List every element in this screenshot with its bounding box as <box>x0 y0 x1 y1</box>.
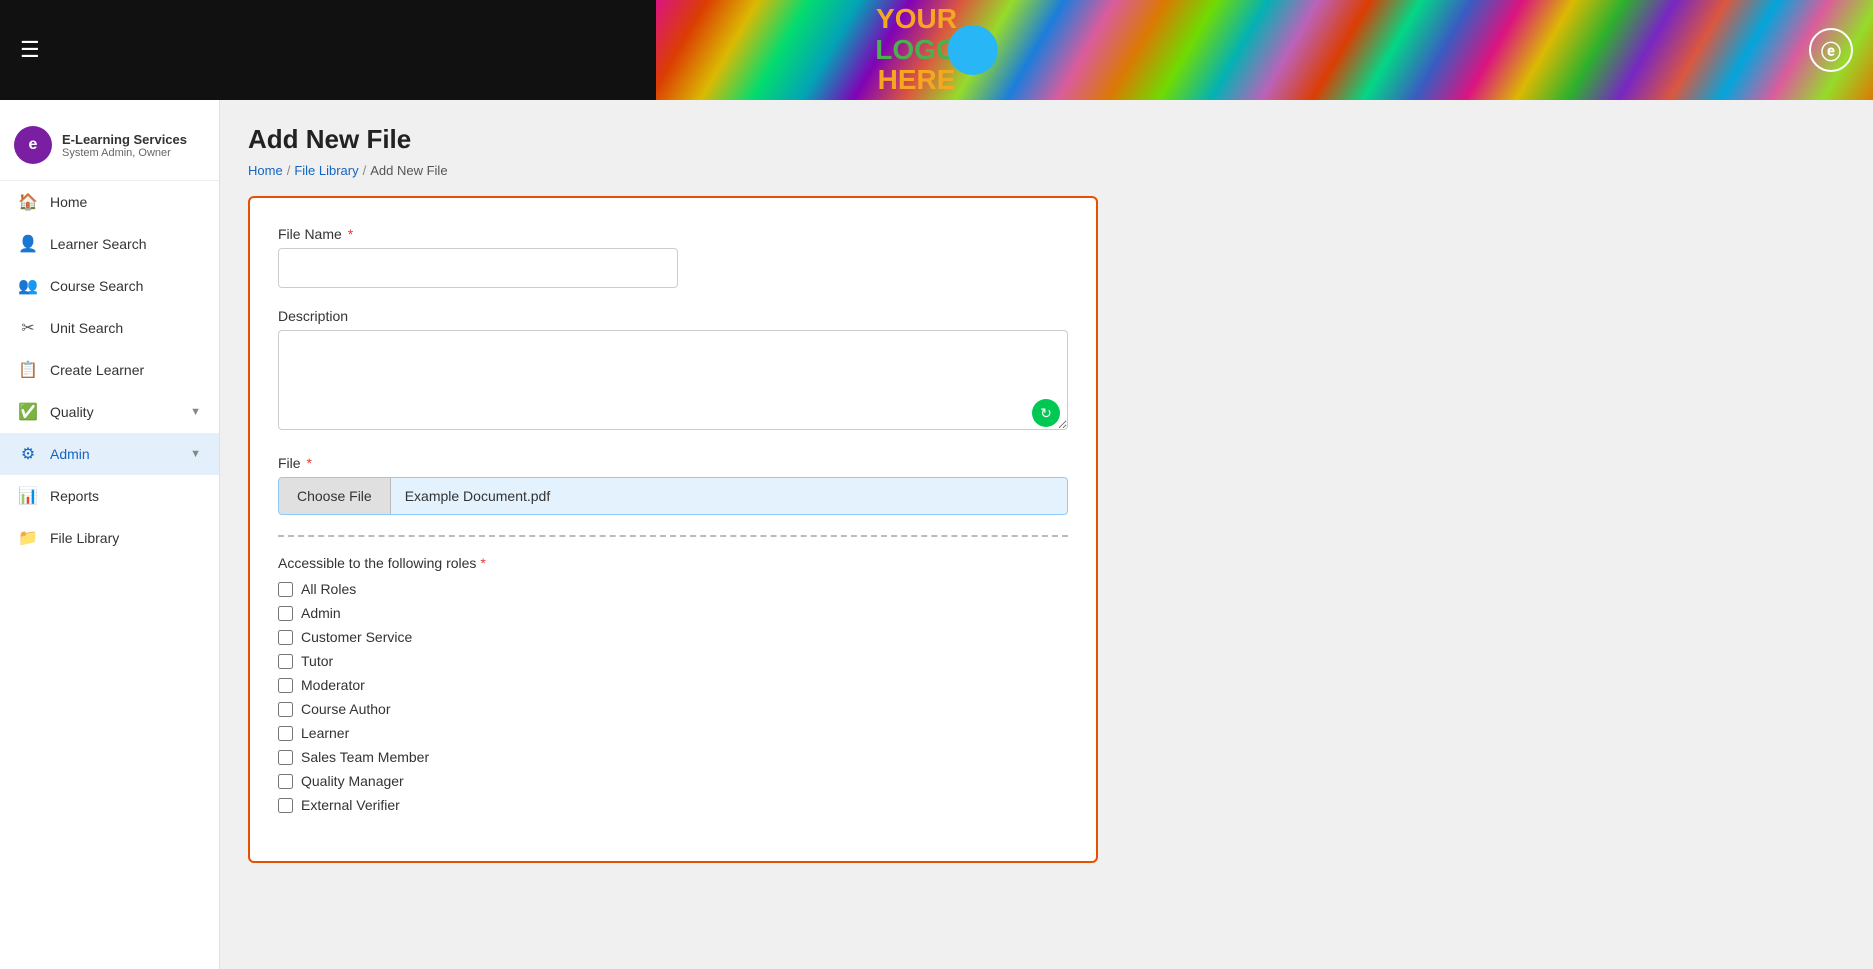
sidebar-item-create-learner[interactable]: 📋 Create Learner <box>0 349 219 391</box>
sidebar-item-reports[interactable]: 📊 Reports <box>0 475 219 517</box>
roles-checkbox-list: All Roles Admin Customer Service Tutor <box>278 581 1068 813</box>
user-name: E-Learning Services <box>62 132 187 147</box>
admin-icon: ⚙ <box>18 444 38 464</box>
sidebar-item-label: Quality <box>50 404 94 420</box>
chevron-down-icon: ▼ <box>190 448 201 460</box>
roles-label: Accessible to the following roles * <box>278 555 1068 571</box>
roles-group: Accessible to the following roles * All … <box>278 555 1068 813</box>
role-sales-team-member[interactable]: Sales Team Member <box>278 749 1068 765</box>
sidebar-item-label: Create Learner <box>50 362 144 378</box>
user-role: System Admin, Owner <box>62 147 187 159</box>
sidebar-item-label: Unit Search <box>50 320 123 336</box>
sidebar-item-label: Course Search <box>50 278 143 294</box>
add-file-form-card: File Name * Description ↻ File * <box>248 196 1098 863</box>
sidebar-item-unit-search[interactable]: ✂ Unit Search <box>0 307 219 349</box>
role-all-roles[interactable]: All Roles <box>278 581 1068 597</box>
sidebar-item-label: Admin <box>50 446 90 462</box>
role-tutor[interactable]: Tutor <box>278 653 1068 669</box>
page-title: Add New File <box>248 124 1845 155</box>
quality-icon: ✅ <box>18 402 38 422</box>
course-search-icon: 👥 <box>18 276 38 296</box>
file-name-group: File Name * <box>278 226 1068 288</box>
file-input-wrapper: Choose File Example Document.pdf <box>278 477 1068 515</box>
role-external-verifier[interactable]: External Verifier <box>278 797 1068 813</box>
sidebar-item-home[interactable]: 🏠 Home <box>0 181 219 223</box>
header: ☰ YOUR LOGO HERE ⓔ <box>0 0 1873 100</box>
checkbox-moderator[interactable] <box>278 678 293 693</box>
description-textarea[interactable] <box>278 330 1068 430</box>
role-moderator[interactable]: Moderator <box>278 677 1068 693</box>
header-user-icon[interactable]: ⓔ <box>1809 28 1853 72</box>
header-colorful-bg <box>656 0 1873 100</box>
file-name-label: File Name * <box>278 226 1068 242</box>
role-learner[interactable]: Learner <box>278 725 1068 741</box>
logo-circle <box>948 25 998 75</box>
divider <box>278 535 1068 537</box>
sidebar: e E-Learning Services System Admin, Owne… <box>0 100 220 969</box>
reports-icon: 📊 <box>18 486 38 506</box>
sidebar-item-label: Reports <box>50 488 99 504</box>
description-label: Description <box>278 308 1068 324</box>
checkbox-external-verifier[interactable] <box>278 798 293 813</box>
checkbox-customer-service[interactable] <box>278 630 293 645</box>
role-customer-service[interactable]: Customer Service <box>278 629 1068 645</box>
sidebar-item-label: Learner Search <box>50 236 147 252</box>
file-library-icon: 📁 <box>18 528 38 548</box>
textarea-wrapper: ↻ <box>278 330 1068 435</box>
role-course-author[interactable]: Course Author <box>278 701 1068 717</box>
sidebar-item-label: Home <box>50 194 87 210</box>
logo-line3: HERE <box>875 65 957 96</box>
sidebar-item-file-library[interactable]: 📁 File Library <box>0 517 219 559</box>
logo-line1: YOUR <box>875 4 957 35</box>
sidebar-item-label: File Library <box>50 530 119 546</box>
checkbox-admin[interactable] <box>278 606 293 621</box>
checkbox-tutor[interactable] <box>278 654 293 669</box>
home-icon: 🏠 <box>18 192 38 212</box>
file-name-input[interactable] <box>278 248 678 288</box>
sidebar-item-quality[interactable]: ✅ Quality ▼ <box>0 391 219 433</box>
description-group: Description ↻ <box>278 308 1068 435</box>
learner-search-icon: 👤 <box>18 234 38 254</box>
role-quality-manager[interactable]: Quality Manager <box>278 773 1068 789</box>
sidebar-item-learner-search[interactable]: 👤 Learner Search <box>0 223 219 265</box>
choose-file-button[interactable]: Choose File <box>279 478 391 514</box>
file-input-label: File * <box>278 455 1068 471</box>
breadcrumb-home[interactable]: Home <box>248 163 283 178</box>
hamburger-icon[interactable]: ☰ <box>20 37 40 63</box>
sidebar-item-course-search[interactable]: 👥 Course Search <box>0 265 219 307</box>
checkbox-all-roles[interactable] <box>278 582 293 597</box>
file-name-display: Example Document.pdf <box>391 478 1067 514</box>
checkbox-course-author[interactable] <box>278 702 293 717</box>
user-section: e E-Learning Services System Admin, Owne… <box>0 110 219 181</box>
breadcrumb-current: Add New File <box>370 163 447 178</box>
breadcrumb: Home / File Library / Add New File <box>248 163 1845 178</box>
main-content: Add New File Home / File Library / Add N… <box>220 100 1873 969</box>
refresh-icon[interactable]: ↻ <box>1032 399 1060 427</box>
logo-line2: LOGO <box>875 35 957 66</box>
user-info: E-Learning Services System Admin, Owner <box>62 132 187 159</box>
sidebar-item-admin[interactable]: ⚙ Admin ▼ <box>0 433 219 475</box>
breadcrumb-file-library[interactable]: File Library <box>294 163 358 178</box>
create-learner-icon: 📋 <box>18 360 38 380</box>
checkbox-sales-team-member[interactable] <box>278 750 293 765</box>
unit-search-icon: ✂ <box>18 318 38 338</box>
avatar: e <box>14 126 52 164</box>
logo: YOUR LOGO HERE <box>875 4 997 96</box>
sidebar-nav: 🏠 Home 👤 Learner Search 👥 Course Search … <box>0 181 219 559</box>
role-admin[interactable]: Admin <box>278 605 1068 621</box>
chevron-down-icon: ▼ <box>190 406 201 418</box>
checkbox-learner[interactable] <box>278 726 293 741</box>
main-layout: e E-Learning Services System Admin, Owne… <box>0 100 1873 969</box>
checkbox-quality-manager[interactable] <box>278 774 293 789</box>
file-group: File * Choose File Example Document.pdf <box>278 455 1068 515</box>
